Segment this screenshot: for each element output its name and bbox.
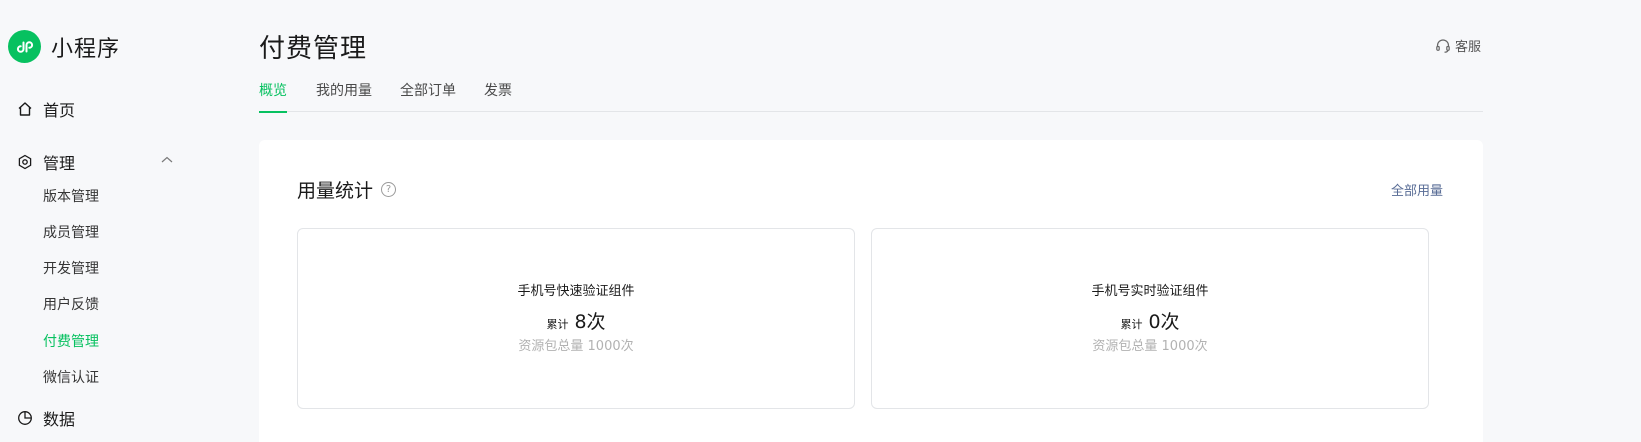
sidebar-item-feedback[interactable]: 用户反馈 [43,294,99,314]
home-icon [16,100,34,118]
tab-overview[interactable]: 概览 [259,80,287,113]
usage-card-count-label: 累计 [1120,318,1143,331]
page-title: 付费管理 [259,34,368,64]
tab-all-orders[interactable]: 全部订单 [400,80,456,112]
usage-card-count: 累计 0次 [872,307,1428,334]
customer-service-label: 客服 [1455,40,1482,55]
sidebar-item-data[interactable]: 数据 [16,406,75,430]
chevron-up-icon[interactable] [160,152,174,171]
usage-panel: 用量统计 ? 全部用量 手机号快速验证组件 累计 8次 资源包总量 1000次 … [259,140,1483,442]
usage-card-count-value: 8次 [574,311,606,333]
sidebar: 小程序 首页 管理 版本管理 成员管理 开发管理 用户反馈 付费管理 微信认证 … [0,0,250,442]
sidebar-item-home[interactable]: 首页 [16,97,75,121]
sidebar-item-version[interactable]: 版本管理 [43,186,99,206]
tab-invoice[interactable]: 发票 [484,80,512,112]
usage-card-count-label: 累计 [546,318,569,331]
sidebar-item-dev[interactable]: 开发管理 [43,258,99,278]
help-icon[interactable]: ? [381,182,397,197]
sidebar-item-manage[interactable]: 管理 [16,150,186,174]
sidebar-item-data-label: 数据 [43,410,76,429]
usage-card-name: 手机号实时验证组件 [1091,284,1209,299]
customer-service-button[interactable]: 客服 [1435,36,1481,55]
miniprogram-logo-icon [8,30,41,63]
manage-icon [16,153,34,171]
usage-panel-title-text: 用量统计 [297,180,374,202]
app-root: 小程序 首页 管理 版本管理 成员管理 开发管理 用户反馈 付费管理 微信认证 … [0,0,1641,442]
all-usage-link[interactable]: 全部用量 [1391,180,1443,199]
usage-panel-title: 用量统计 ? [297,176,397,203]
usage-card: 手机号快速验证组件 累计 8次 资源包总量 1000次 [297,228,855,409]
brand-name: 小程序 [51,36,121,62]
sidebar-item-members[interactable]: 成员管理 [43,222,99,242]
sidebar-item-wechat-auth[interactable]: 微信认证 [43,367,99,387]
sidebar-item-manage-label: 管理 [43,154,76,173]
usage-card-count: 累计 8次 [298,307,854,334]
tab-my-usage[interactable]: 我的用量 [316,80,372,112]
tab-bar: 概览 我的用量 全部订单 发票 [259,80,1483,113]
sidebar-item-payment[interactable]: 付费管理 [43,331,99,351]
usage-card-quota: 资源包总量 1000次 [518,339,634,354]
usage-card-name: 手机号快速验证组件 [517,284,635,299]
headset-icon [1436,38,1450,53]
data-icon [16,409,34,427]
usage-card: 手机号实时验证组件 累计 0次 资源包总量 1000次 [871,228,1429,409]
usage-card-count-value: 0次 [1148,311,1180,333]
sidebar-item-home-label: 首页 [43,101,76,120]
usage-card-quota: 资源包总量 1000次 [1092,339,1208,354]
brand[interactable]: 小程序 [8,30,120,63]
